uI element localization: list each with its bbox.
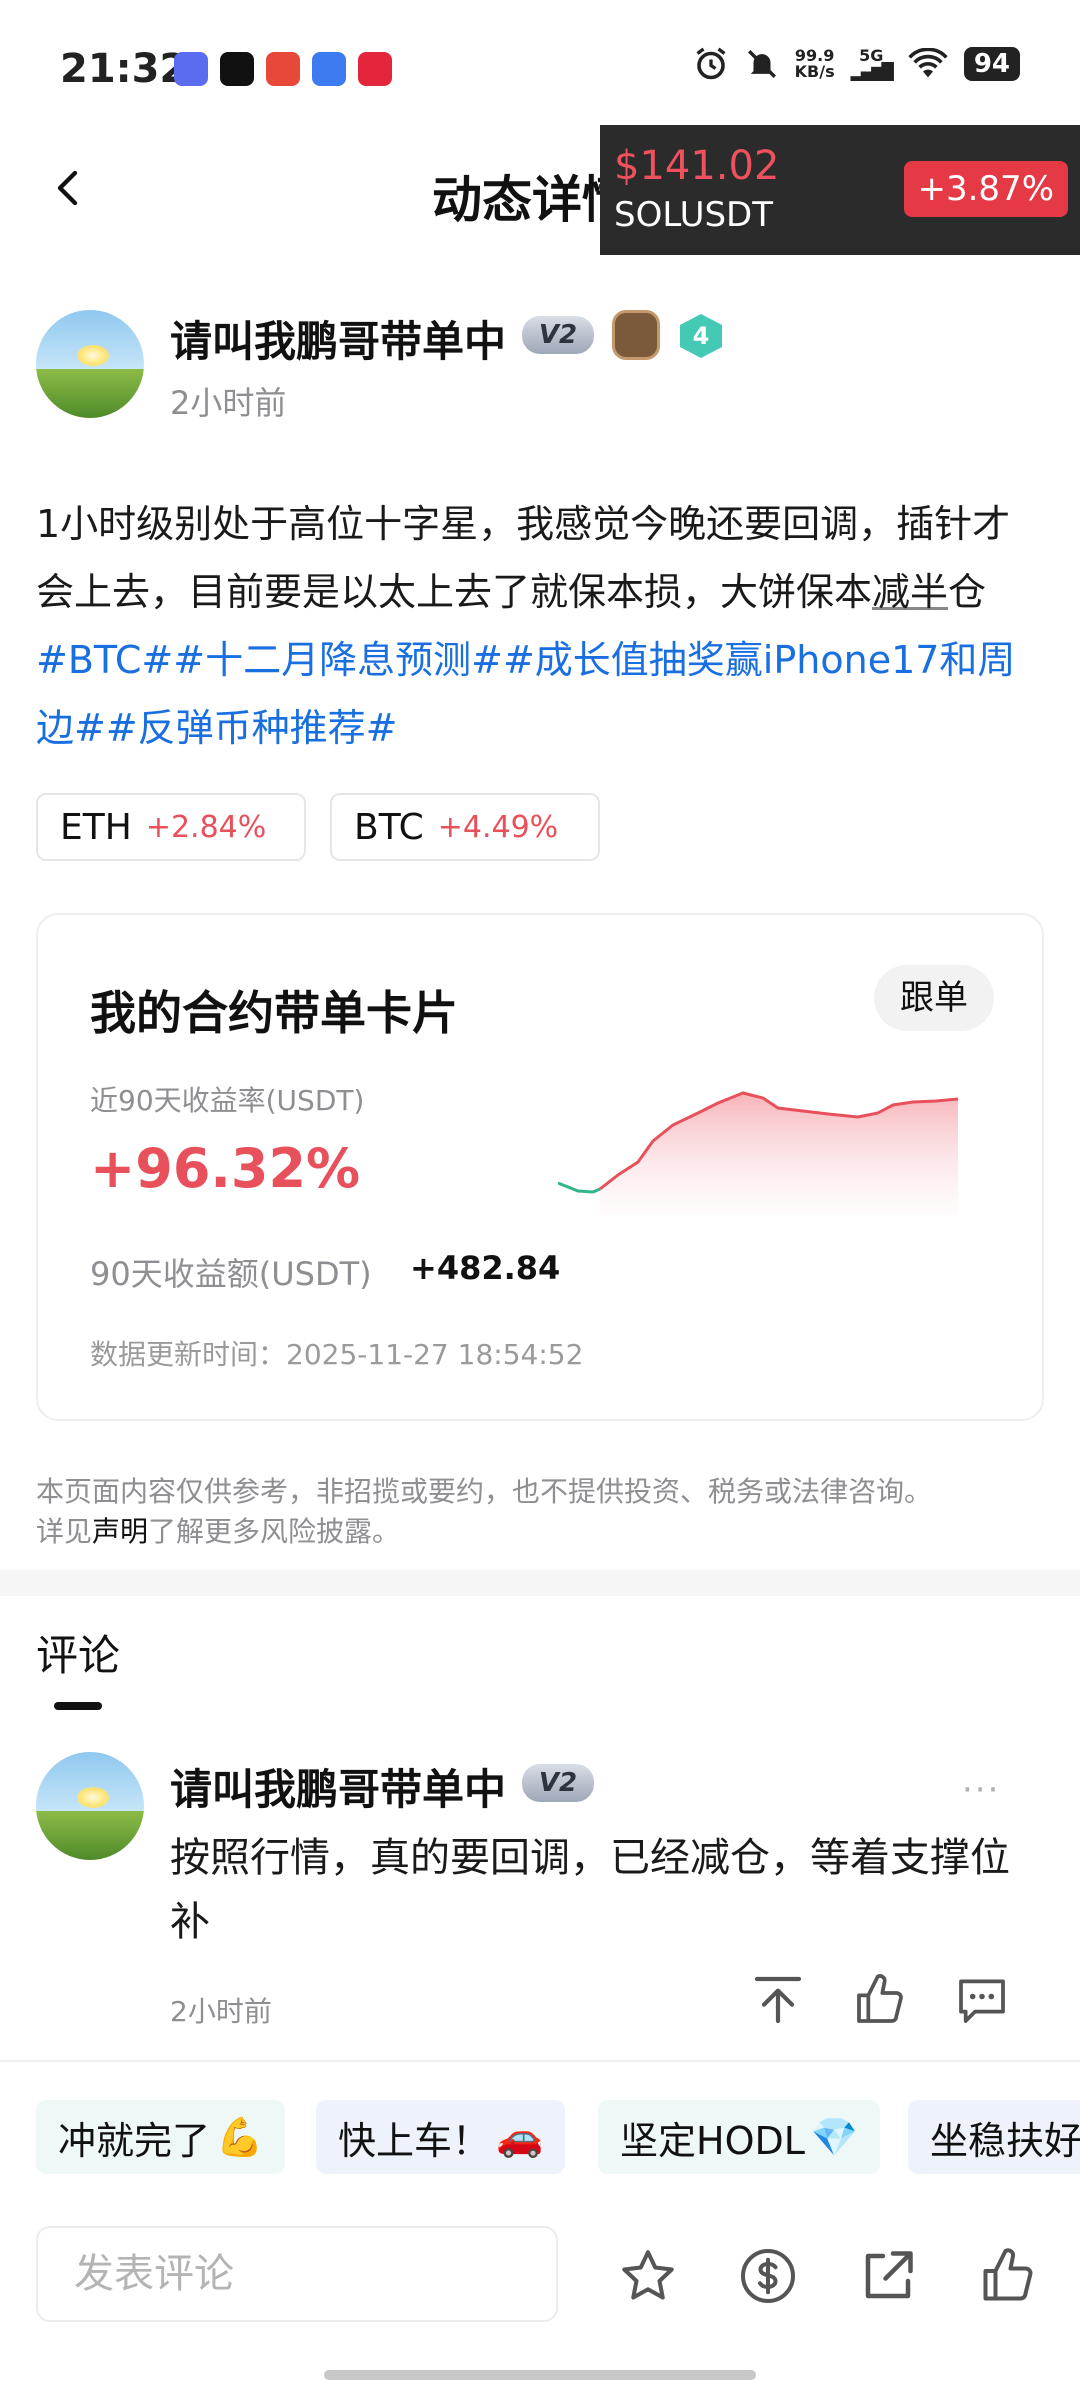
commenter-avatar[interactable] xyxy=(36,1752,144,1860)
ticker-price: $141.02 xyxy=(614,143,780,189)
quick-reply-4[interactable]: 坐稳扶好 xyxy=(908,2100,1080,2174)
coin-change: +4.49% xyxy=(437,809,559,845)
level-badge: 4 xyxy=(680,314,722,358)
battery-indicator: 94 xyxy=(963,47,1020,81)
home-indicator[interactable] xyxy=(324,2370,756,2380)
card-title: 我的合约带单卡片 xyxy=(90,986,458,1040)
quick-reply-2[interactable]: 快上车！ 🚗 xyxy=(316,2100,566,2174)
post-text-end: 仓 xyxy=(948,570,987,614)
wifi-icon xyxy=(908,48,948,78)
quick-reply-1[interactable]: 冲就完了 💪 xyxy=(36,2100,286,2174)
commenter-name[interactable]: 请叫我鹏哥带单中 xyxy=(170,1756,506,1817)
coin-change: +2.84% xyxy=(145,809,267,845)
post-time: 2小时前 xyxy=(170,384,287,422)
comment-text: 按照行情，真的要回调，已经减仓，等着支撑位补 xyxy=(170,1835,1010,1945)
vip-badge: V2 xyxy=(522,1764,594,1802)
more-options-icon[interactable]: ··· xyxy=(962,1770,1000,1810)
hashtag-btc[interactable]: #BTC# xyxy=(36,638,173,682)
app-icon-3 xyxy=(266,52,300,86)
author-avatar[interactable] xyxy=(36,310,144,418)
like-icon[interactable] xyxy=(852,1972,908,2028)
status-time: 21:32 xyxy=(60,46,188,92)
section-divider xyxy=(0,1570,1080,1596)
mute-icon xyxy=(747,50,776,78)
net-speed: 99.9 KB/s xyxy=(794,46,835,81)
disclaimer-line: 本页面内容仅供参考，非招揽或要约，也不提供投资、税务或法律咨询。 xyxy=(36,1475,933,1508)
ticker-pair: SOLUSDT xyxy=(614,195,774,235)
ticker-widget[interactable]: $141.02 SOLUSDT +3.87% xyxy=(600,125,1080,255)
follow-trade-button[interactable]: 跟单 xyxy=(874,965,994,1031)
roi-value: +96.32% xyxy=(90,1137,361,1200)
pnl-value: +482.84 xyxy=(410,1249,561,1287)
alarm-icon xyxy=(696,47,726,80)
like-icon[interactable] xyxy=(978,2246,1038,2306)
ticker-change-badge: +3.87% xyxy=(903,161,1068,217)
coin-chip-eth[interactable]: ETH +2.84% xyxy=(36,793,306,861)
tip-icon[interactable] xyxy=(738,2246,798,2306)
pin-top-icon[interactable] xyxy=(750,1972,806,2028)
post-text-underlined: 减半 xyxy=(872,570,949,614)
medal-icon xyxy=(612,310,660,360)
copy-trade-card[interactable]: 我的合约带单卡片 跟单 近90天收益率(USDT) +96.32% 90天收益额… xyxy=(36,913,1044,1421)
star-icon[interactable] xyxy=(618,2246,678,2306)
coin-symbol: BTC xyxy=(354,806,424,848)
hashtag-rebound[interactable]: #反弹币种推荐# xyxy=(106,706,398,750)
hashtag-rate-cut[interactable]: #十二月降息预测# xyxy=(173,638,503,682)
share-icon[interactable] xyxy=(858,2246,918,2306)
coin-symbol: ETH xyxy=(60,806,132,848)
app-icon-4 xyxy=(312,52,346,86)
author-name[interactable]: 请叫我鹏哥带单中 xyxy=(170,308,506,369)
roi-sparkline xyxy=(558,1091,959,1215)
post-content: 1小时级别处于高位十字星，我感觉今晚还要回调，插针才会上去，目前要是以太上去了就… xyxy=(36,490,1046,762)
disclaimer: 本页面内容仅供参考，非招揽或要约，也不提供投资、税务或法律咨询。 详见声明了解更… xyxy=(36,1472,1046,1552)
update-time: 数据更新时间：2025-11-27 18:54:52 xyxy=(90,1338,584,1371)
quick-reply-3[interactable]: 坚定HODL 💎 xyxy=(598,2100,881,2174)
comment-input[interactable]: 发表评论 xyxy=(36,2226,558,2322)
roi-label: 近90天收益率(USDT) xyxy=(90,1084,365,1117)
coin-chip-btc[interactable]: BTC +4.49% xyxy=(330,793,600,861)
pnl-label: 90天收益额(USDT) xyxy=(90,1255,372,1293)
comment-divider xyxy=(0,2060,1080,2062)
comment-time: 2小时前 xyxy=(170,1995,272,2028)
tab-comments[interactable]: 评论 xyxy=(36,1622,120,1683)
tiktok-icon xyxy=(220,52,254,86)
post-text: 1小时级别处于高位十字星，我感觉今晚还要回调，插针才会上去，目前要是以太上去了就… xyxy=(36,502,1011,614)
back-icon[interactable] xyxy=(50,168,90,208)
signal-indicator: 5G ▂▄▆█ xyxy=(850,46,894,81)
tab-indicator xyxy=(54,1702,102,1710)
status-indicators: 99.9 KB/s 5G ▂▄▆█ 94 xyxy=(693,46,1020,82)
sparkline-negative xyxy=(558,1181,601,1194)
app-icon-1 xyxy=(174,52,208,86)
vip-badge: V2 xyxy=(522,316,594,354)
app-icon-5 xyxy=(358,52,392,86)
statement-link[interactable]: 声明 xyxy=(92,1515,148,1548)
comment-icon[interactable] xyxy=(954,1972,1010,2028)
sparkline-area xyxy=(600,1093,958,1215)
